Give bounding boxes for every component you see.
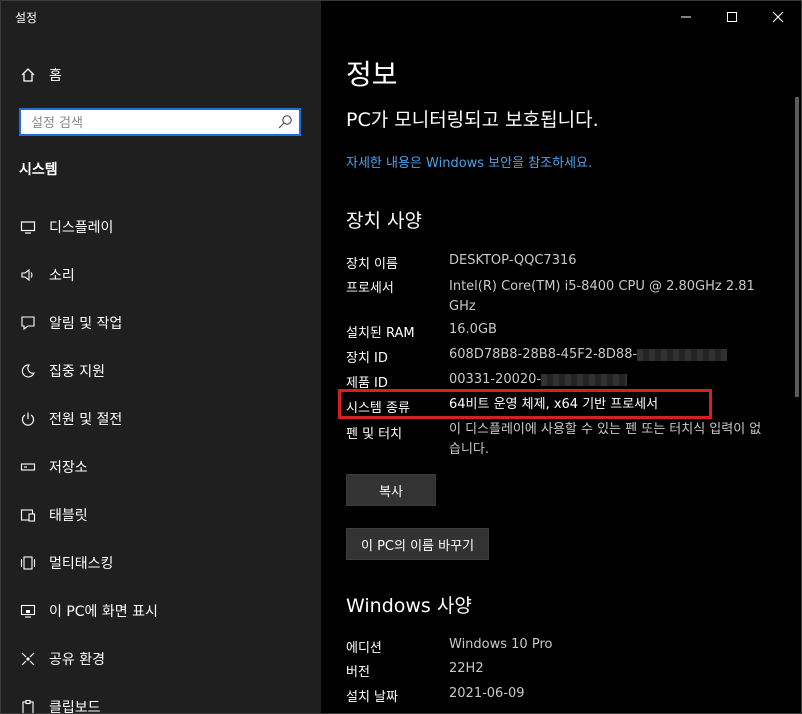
spec-label: 장치 ID [346,351,388,366]
sidebar-item-power[interactable]: 전원 및 절전 [1,399,321,439]
redacted-block [541,373,628,386]
sidebar-item-label: 홈 [49,68,62,84]
search-input[interactable] [31,114,271,132]
maximize-icon [727,12,737,22]
window-title: 설정 [15,11,38,25]
speaker-icon [19,266,37,284]
sidebar-item-sound[interactable]: 소리 [1,255,321,295]
spec-value: Intel(R) Core(TM) i5-8400 CPU @ 2.80GHz … [449,279,755,314]
search-icon[interactable] [277,114,293,130]
project-icon [19,602,37,620]
spec-value-row: 00331-20020- [449,370,769,390]
sidebar-item-label: 태블릿 [49,508,88,524]
minimize-icon [681,16,691,18]
settings-window: 설정 홈 시스템 디스플레이 소리 [0,0,802,714]
spec-label: 시스템 종류 [346,401,410,416]
minimize-button[interactable] [663,1,709,33]
scrollbar[interactable] [795,97,799,397]
sidebar-item-clipboard[interactable]: 클립보드 [1,687,321,714]
spec-label: 프로세서 [346,281,394,296]
tablet-icon [19,506,37,524]
spec-value: 64비트 운영 체제, x64 기반 프로세서 [449,397,659,412]
spec-value: Windows 10 Pro [449,637,553,652]
sidebar-item-focus-assist[interactable]: 집중 지원 [1,351,321,391]
sidebar-item-label: 이 PC에 화면 표시 [49,604,158,620]
sidebar-item-label: 클립보드 [49,700,101,714]
windows-specs-heading: Windows 사양 [346,595,472,617]
sidebar-item-label: 집중 지원 [49,364,105,380]
main-panel: 정보 PC가 모니터링되고 보호됩니다. 자세한 내용은 Windows 보안을… [322,1,801,713]
sidebar-item-storage[interactable]: 저장소 [1,447,321,487]
spec-value: 이 디스플레이에 사용할 수 있는 펜 또는 터치식 입력이 없습니다. [449,422,762,457]
redacted-block [637,348,728,361]
product-id-value: 00331-20020- [449,372,542,387]
windows-security-link[interactable]: 자세한 내용은 Windows 보안을 참조하세요. [346,152,592,171]
spec-value: 2021-06-09 [449,686,525,701]
spec-label: 설치된 RAM [346,326,415,341]
sidebar-section-title: 시스템 [19,162,58,178]
sidebar-item-multitasking[interactable]: 멀티태스킹 [1,543,321,583]
copy-button[interactable]: 복사 [346,474,436,506]
spec-label: 에디션 [346,641,382,656]
sidebar-item-label: 알림 및 작업 [49,316,123,332]
spec-label: 버전 [346,665,370,680]
sidebar-item-label: 멀티태스킹 [49,556,114,572]
spec-value-row: 608D78B8-28B8-45F2-8D88- [449,345,769,365]
rename-pc-button[interactable]: 이 PC의 이름 바꾸기 [346,528,490,560]
sidebar-item-tablet[interactable]: 태블릿 [1,495,321,535]
close-button[interactable] [755,1,801,33]
sidebar-item-home[interactable]: 홈 [1,55,321,95]
storage-icon [19,458,37,476]
power-icon [19,410,37,428]
sidebar-item-label: 공유 환경 [49,652,105,668]
device-specs-heading: 장치 사양 [346,210,422,232]
sidebar-item-shared-experiences[interactable]: 공유 환경 [1,639,321,679]
sidebar-item-label: 소리 [49,268,75,284]
sidebar-item-notifications[interactable]: 알림 및 작업 [1,303,321,343]
sidebar-item-display[interactable]: 디스플레이 [1,207,321,247]
share-icon [19,650,37,668]
protection-status: PC가 모니터링되고 보호됩니다. [346,109,599,131]
page-title: 정보 [346,58,398,91]
moon-icon [19,362,37,380]
sidebar: 설정 홈 시스템 디스플레이 소리 [1,1,321,713]
spec-label: 장치 이름 [346,257,398,272]
spec-value: 16.0GB [449,322,497,337]
spec-label: 설치 날짜 [346,690,398,705]
device-id-value: 608D78B8-28B8-45F2-8D88- [449,347,638,362]
spec-value: 22H2 [449,661,484,676]
spec-value: DESKTOP-QQC7316 [449,253,577,268]
maximize-button[interactable] [709,1,755,33]
notification-icon [19,314,37,332]
search-box[interactable] [19,108,301,136]
close-icon [772,11,784,23]
sidebar-item-label: 전원 및 절전 [49,412,123,428]
home-icon [19,66,37,84]
display-icon [19,218,37,236]
multitasking-icon [19,554,37,572]
sidebar-item-label: 저장소 [49,460,88,476]
sidebar-item-project[interactable]: 이 PC에 화면 표시 [1,591,321,631]
clipboard-icon [19,698,37,713]
sidebar-item-label: 디스플레이 [49,220,114,236]
spec-label: 펜 및 터치 [346,427,403,442]
